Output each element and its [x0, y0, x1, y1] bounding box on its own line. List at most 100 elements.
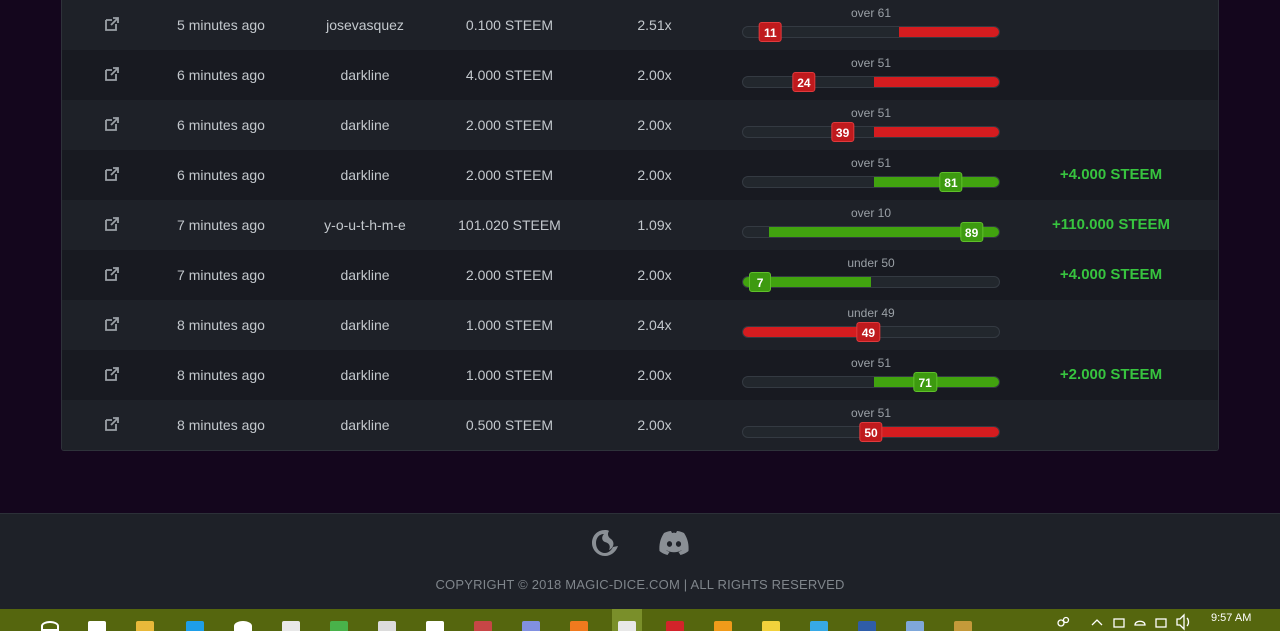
taskbar-cortana-icon[interactable]	[228, 609, 258, 631]
firefox-icon	[570, 621, 588, 631]
taskbar-search-icon[interactable]	[35, 609, 65, 631]
system-tray	[1055, 609, 1205, 631]
telegram-icon	[810, 621, 828, 631]
discord-icon	[522, 621, 540, 631]
external-link-icon[interactable]	[92, 150, 132, 200]
win-amount	[1037, 0, 1185, 50]
table-row: 8 minutes ago darkline 1.000 STEEM 2.00x ove…	[62, 350, 1218, 400]
taskbar-imo-icon[interactable]	[852, 609, 882, 631]
win-amount	[1037, 300, 1185, 350]
roll-track	[742, 276, 1000, 288]
table-row: 5 minutes ago josevasquez 0.100 STEEM 2.51x…	[62, 0, 1218, 50]
taskbar-paint-icon[interactable]	[468, 609, 498, 631]
bet-amount: 1.000 STEEM	[465, 367, 554, 383]
external-link-icon[interactable]	[92, 50, 132, 100]
notepad-icon	[282, 621, 300, 631]
skype-icon	[186, 621, 204, 631]
bet-user[interactable]: darkline	[295, 350, 435, 400]
external-link-icon[interactable]	[92, 0, 132, 50]
roll-direction: over 51	[850, 56, 892, 70]
taskbar-skype-icon[interactable]	[180, 609, 210, 631]
taskbar-sticky-icon[interactable]	[756, 609, 786, 631]
taskbar-notepad-icon[interactable]	[276, 609, 306, 631]
bet-user[interactable]: darkline	[295, 250, 435, 300]
bet-amount: 101.020 STEEM	[458, 217, 561, 233]
roll-track	[742, 126, 1000, 138]
roll-bar: over 61 11	[742, 0, 1000, 50]
bet-multiplier: 2.00x	[637, 367, 672, 383]
win-amount	[1037, 400, 1185, 450]
roll-bar: over 51 71	[742, 350, 1000, 400]
steem-icon[interactable]	[589, 528, 621, 563]
roll-fill	[873, 427, 999, 437]
win-amount	[1037, 100, 1185, 150]
bet-time: 6 minutes ago	[177, 167, 265, 183]
roll-direction: over 61	[850, 6, 892, 20]
roll-marker: 11	[759, 22, 782, 42]
roll-marker: 81	[939, 172, 963, 192]
roll-fill	[899, 27, 999, 37]
bet-user[interactable]: y-o-u-t-h-m-e	[295, 200, 435, 250]
mail-icon	[426, 621, 444, 631]
uc-browser-icon	[714, 621, 732, 631]
taskbar-discord-icon[interactable]	[516, 609, 546, 631]
paint-icon	[474, 621, 492, 631]
external-link-icon[interactable]	[92, 250, 132, 300]
bet-multiplier: 2.00x	[637, 267, 672, 283]
roll-marker: 71	[913, 372, 937, 392]
bet-user[interactable]: josevasquez	[295, 0, 435, 50]
roll-direction: over 51	[850, 406, 892, 420]
taskbar-uc-browser-icon[interactable]	[708, 609, 738, 631]
opera-icon	[666, 621, 684, 631]
taskbar-calculator-icon[interactable]	[372, 609, 402, 631]
taskbar-opera-icon[interactable]	[660, 609, 690, 631]
bet-amount: 2.000 STEEM	[465, 117, 554, 133]
taskbar-firefox-icon[interactable]	[564, 609, 594, 631]
sticky-icon	[762, 621, 780, 631]
bet-time: 7 minutes ago	[177, 217, 265, 233]
bet-multiplier: 2.00x	[637, 117, 672, 133]
bet-user[interactable]: darkline	[295, 50, 435, 100]
taskbar-game-icon[interactable]	[948, 609, 978, 631]
taskbar-file-explorer-icon[interactable]	[130, 609, 160, 631]
file-explorer-icon	[136, 621, 154, 631]
roll-direction: over 51	[850, 106, 892, 120]
bet-user[interactable]: darkline	[295, 300, 435, 350]
roll-bar: over 51 24	[742, 50, 1000, 100]
bet-time: 8 minutes ago	[177, 367, 265, 383]
bet-amount: 4.000 STEEM	[465, 67, 554, 83]
table-row: 6 minutes ago darkline 4.000 STEEM 2.00x ove…	[62, 50, 1218, 100]
taskbar-app-icon[interactable]	[324, 609, 354, 631]
roll-bar: over 51 81	[742, 150, 1000, 200]
table-row: 8 minutes ago darkline 0.500 STEEM 2.00x ove…	[62, 400, 1218, 450]
bet-multiplier: 1.09x	[637, 217, 672, 233]
taskbar-mail-icon[interactable]	[420, 609, 450, 631]
bet-amount: 2.000 STEEM	[465, 267, 554, 283]
bet-time: 6 minutes ago	[177, 117, 265, 133]
roll-marker: 50	[859, 422, 883, 442]
roll-fill	[873, 127, 999, 137]
bet-user[interactable]: darkline	[295, 150, 435, 200]
external-link-icon[interactable]	[92, 350, 132, 400]
win-amount: +4.000 STEEM	[1059, 166, 1163, 183]
taskbar-telegram-icon[interactable]	[804, 609, 834, 631]
external-link-icon[interactable]	[92, 300, 132, 350]
bet-amount: 0.100 STEEM	[465, 17, 554, 33]
roll-direction: over 51	[850, 356, 892, 370]
external-link-icon[interactable]	[92, 200, 132, 250]
clock[interactable]: 9:57 AM	[1211, 612, 1251, 624]
calculator-icon	[378, 621, 396, 631]
bets-table: 32 5 minutes agojosevasquez0.100 STEEM2.…	[61, 0, 1219, 451]
app-icon	[330, 621, 348, 631]
copyright-text: COPYRIGHT © 2018 MAGIC-DICE.COM | ALL RI…	[435, 577, 845, 592]
taskbar-photos-icon[interactable]	[900, 609, 930, 631]
external-link-icon[interactable]	[92, 100, 132, 150]
taskbar-task-view-icon[interactable]	[82, 609, 112, 631]
taskbar-chrome-icon[interactable]	[612, 609, 642, 631]
bet-time: 8 minutes ago	[177, 317, 265, 333]
footer: COPYRIGHT © 2018 MAGIC-DICE.COM | ALL RI…	[0, 513, 1280, 609]
bet-user[interactable]: darkline	[295, 100, 435, 150]
external-link-icon[interactable]	[92, 400, 132, 450]
bet-user[interactable]: darkline	[295, 400, 435, 450]
discord-icon[interactable]	[657, 530, 691, 561]
